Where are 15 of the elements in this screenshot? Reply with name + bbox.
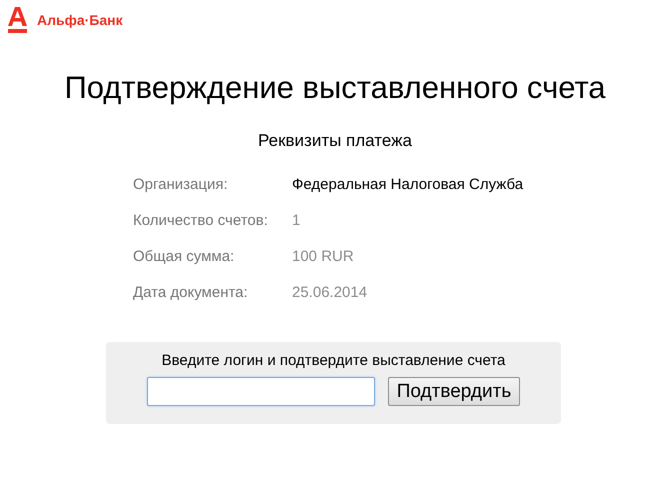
detail-label: Общая сумма: [133,247,236,266]
detail-value: 25.06.2014 [292,283,368,302]
logo-text: Альфа·Банк [37,12,123,28]
confirm-button[interactable]: Подтвердить [388,377,520,406]
logo-icon [8,7,27,33]
login-prompt: Введите логин и подтвердите выставление счета [162,352,506,369]
detail-value: Федеральная Налоговая Служба [292,175,524,194]
detail-value: 1 [292,211,300,230]
detail-label: Количество счетов: [133,211,269,230]
detail-value: 100 RUR [292,247,354,266]
login-field[interactable] [146,377,375,406]
section-heading: Реквизиты платежа [257,131,413,151]
page-title: Подтверждение выставленного счета [63,70,607,106]
detail-label: Дата документа: [133,283,249,302]
detail-label: Организация: [133,175,229,194]
